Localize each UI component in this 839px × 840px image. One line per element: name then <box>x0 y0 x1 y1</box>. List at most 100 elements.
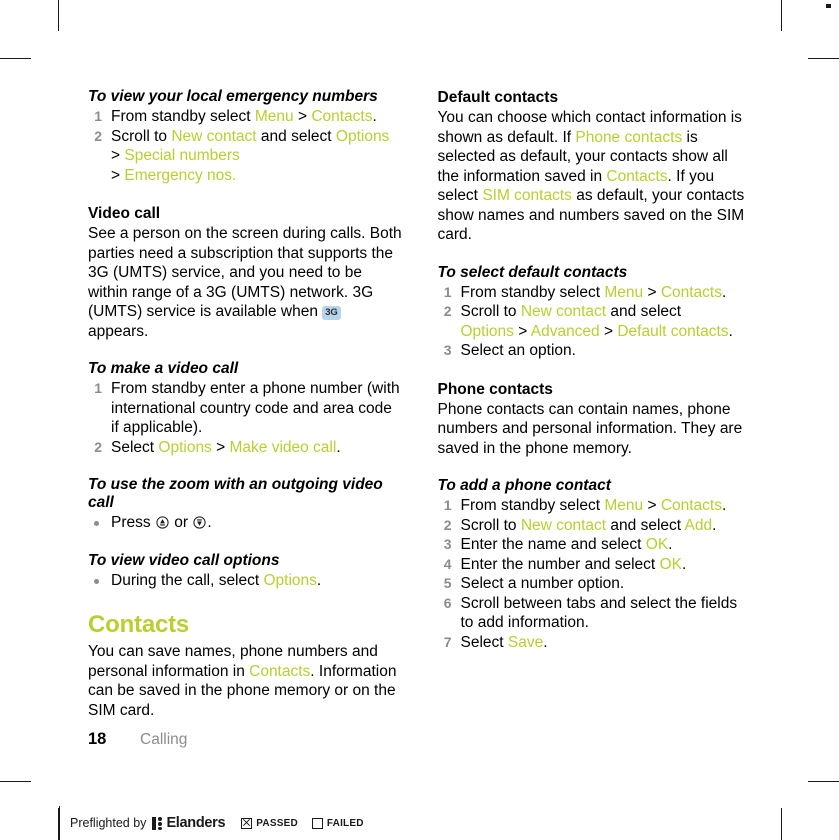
separator: > <box>111 147 125 164</box>
heading-select-default-contacts: To select default contacts <box>437 263 628 281</box>
step-item: Scroll to New contact and select Options… <box>88 127 403 186</box>
bullet-text-end: . <box>207 514 212 531</box>
three-g-indicator-icon: 3G <box>322 306 341 320</box>
separator: > <box>643 283 661 301</box>
paragraph-contacts-intro: You can save names, phone numbers and pe… <box>88 642 403 720</box>
step-text: Select <box>111 438 159 456</box>
separator: > <box>111 166 125 184</box>
step-text: From standby select <box>111 108 255 125</box>
step-text: Scroll to <box>111 127 172 145</box>
step-text: and select <box>256 127 336 145</box>
ui-term-contacts: Contacts <box>311 108 373 125</box>
step-text: Select <box>460 633 508 651</box>
step-item: Scroll to New contact and select Add. <box>438 516 753 536</box>
step-text-end: . <box>721 497 727 514</box>
bullets-view-video-call-options: During the call, select Options. <box>88 571 403 591</box>
separator: > <box>513 322 531 340</box>
bullets-zoom-outgoing-video-call: Press or . <box>88 513 403 533</box>
list-item: During the call, select Options. <box>88 571 403 591</box>
bullet-text: During the call, select <box>111 571 264 589</box>
preflight-failed-checkbox: FAILED <box>311 817 364 829</box>
ui-term-new-contact: New contact <box>520 303 607 320</box>
step-item: Enter the name and select OK. <box>438 535 753 555</box>
ui-term-menu: Menu <box>604 497 644 514</box>
paragraph-default-contacts: You can choose which contact information… <box>438 108 753 245</box>
heading-video-call: Video call <box>88 205 161 222</box>
ui-term-default-contacts: Default contacts <box>617 322 729 340</box>
separator: > <box>211 438 230 456</box>
heading-zoom-outgoing-video-call: To use the zoom with an outgoing video c… <box>88 476 383 511</box>
ui-term-options: Options <box>460 322 514 340</box>
step-text-end: . <box>372 108 377 125</box>
heading-view-emergency-numbers: To view your local emergency numbers <box>88 88 378 105</box>
step-text-end: . <box>668 536 673 553</box>
ui-term-options: Options <box>335 127 390 145</box>
bullet-text: Press <box>111 514 155 531</box>
ui-term-menu: Menu <box>604 283 644 301</box>
heading-contacts-chapter: Contacts <box>88 611 190 638</box>
heading-phone-contacts: Phone contacts <box>437 380 553 398</box>
step-text: Enter the name and select <box>460 536 646 553</box>
step-item: Select an option. <box>439 341 576 360</box>
steps-add-phone-contact: From standby select Menu > Contacts. Scr… <box>438 496 753 652</box>
step-text-end: . <box>721 283 727 301</box>
nav-key-up-icon <box>156 515 169 529</box>
step-item: Select Options > Make video call. <box>88 438 403 458</box>
step-text-end: . <box>543 633 548 651</box>
ui-term-phone-contacts: Phone contacts <box>575 128 683 146</box>
step-text-end: . <box>681 555 687 573</box>
elanders-logo-text: Elanders <box>166 815 226 831</box>
step-item: From standby select Menu > Contacts. <box>88 107 403 127</box>
step-text: From standby select <box>460 283 605 301</box>
bullet-text: or <box>169 514 193 531</box>
heading-add-phone-contact: To add a phone contact <box>437 477 611 494</box>
step-text: From standby select <box>460 497 605 514</box>
manual-page: To view your local emergency numbers Fro… <box>0 0 839 840</box>
step-text: Enter the number and select <box>460 555 660 573</box>
step-item: Scroll between tabs and select the field… <box>439 594 738 632</box>
elanders-logo-mark-icon <box>152 816 163 830</box>
ui-term-options: Options <box>263 571 317 589</box>
page-number: 18 <box>88 730 107 748</box>
step-item: Scroll to New contact and select Options… <box>438 302 753 341</box>
heading-default-contacts: Default contacts <box>437 89 559 106</box>
ui-term-ok: OK <box>645 536 669 553</box>
heading-view-video-call-options: To view video call options <box>88 551 280 569</box>
step-item: Select a number option. <box>439 574 625 593</box>
nav-key-down-icon <box>193 515 206 529</box>
preflight-stamp: Preflighted by Elanders PASSED FAILED <box>59 806 364 840</box>
ui-term-contacts: Contacts <box>660 497 722 514</box>
ui-term-make-video-call: Make video call <box>229 438 337 456</box>
ui-term-options: Options <box>158 438 212 456</box>
chapter-label: Calling <box>140 731 188 748</box>
step-item: From standby select Menu > Contacts. <box>438 283 753 303</box>
ui-term-add: Add <box>684 516 713 534</box>
two-column-layout: To view your local emergency numbers Fro… <box>88 88 752 720</box>
separator: > <box>293 108 312 125</box>
elanders-logo: Elanders <box>152 815 226 831</box>
step-text: and select <box>606 516 685 534</box>
steps-select-default-contacts: From standby select Menu > Contacts. Scr… <box>438 283 753 361</box>
checkbox-unchecked-icon <box>311 817 323 829</box>
steps-make-video-call: From standby enter a phone number (with … <box>88 379 403 457</box>
paragraph-video-call: See a person on the screen during calls.… <box>88 224 403 341</box>
ui-term-contacts: Contacts <box>249 662 311 680</box>
steps-view-emergency-numbers: From standby select Menu > Contacts. Scr… <box>88 107 403 185</box>
step-text: Scroll to <box>460 516 521 534</box>
ui-term-contacts: Contacts <box>660 283 722 301</box>
heading-make-video-call: To make a video call <box>88 360 239 377</box>
bullet-text-end: . <box>316 571 322 589</box>
checkbox-checked-icon <box>241 817 253 829</box>
page-footer: 18 Calling <box>88 730 187 749</box>
paragraph-text: See a person on the screen during calls.… <box>88 225 402 320</box>
ui-term-sim-contacts: SIM contacts <box>482 187 572 204</box>
list-item: Press or . <box>88 513 403 533</box>
separator: > <box>643 497 661 514</box>
paragraph-phone-contacts: Phone contacts can contain names, phone … <box>437 400 743 457</box>
preflight-passed-checkbox: PASSED <box>241 817 298 829</box>
ui-term-new-contact: New contact <box>520 516 607 534</box>
step-text-end: . <box>728 322 733 340</box>
step-text: and select <box>606 303 682 320</box>
step-item: From standby select Menu > Contacts. <box>438 496 753 516</box>
step-item: From standby enter a phone number (with … <box>90 379 400 436</box>
